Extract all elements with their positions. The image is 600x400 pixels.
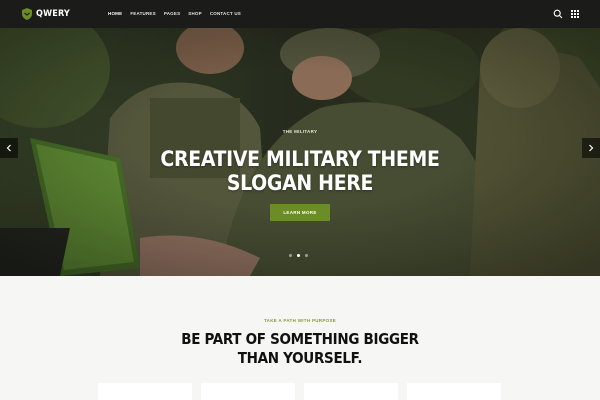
slider-prev-button[interactable]: [0, 138, 18, 158]
chevron-left-icon: [6, 144, 11, 152]
slider-dot-active[interactable]: [297, 254, 300, 257]
brand-name: QWERY: [36, 9, 70, 19]
hero-slider: THE MILITARY CREATIVE MILITARY THEME SLO…: [0, 28, 600, 276]
feature-card: [201, 383, 295, 400]
nav-features[interactable]: FEATURES: [130, 11, 156, 16]
nav-contact-us[interactable]: CONTACT US: [210, 11, 241, 16]
intro-section: TAKE A PATH WITH PURPOSE BE PART OF SOME…: [0, 276, 600, 400]
nav-shop[interactable]: SHOP: [188, 11, 202, 16]
learn-more-button[interactable]: LEARN MORE: [270, 204, 330, 221]
feature-card: [407, 383, 501, 400]
slider-dot[interactable]: [305, 254, 308, 257]
section-title-line-1: BE PART OF SOMETHING BIGGER: [181, 330, 419, 348]
shield-logo-icon: [22, 8, 32, 20]
nav-pages[interactable]: PAGES: [164, 11, 180, 16]
site-header: QWERY HOME FEATURES PAGES SHOP CONTACT U…: [0, 0, 600, 28]
logo[interactable]: QWERY: [22, 8, 70, 20]
hero-title: CREATIVE MILITARY THEME SLOGAN HERE: [150, 147, 450, 195]
chevron-right-icon: [589, 144, 594, 152]
slider-dot[interactable]: [289, 254, 292, 257]
nav-home[interactable]: HOME: [108, 11, 122, 16]
section-title: BE PART OF SOMETHING BIGGER THAN YOURSEL…: [150, 330, 450, 368]
slider-pagination: [289, 254, 308, 257]
feature-card: [304, 383, 398, 400]
main-nav: HOME FEATURES PAGES SHOP CONTACT US: [108, 11, 241, 16]
section-kicker: TAKE A PATH WITH PURPOSE: [263, 318, 337, 323]
grid-menu-icon[interactable]: [570, 9, 580, 19]
hero-kicker: THE MILITARY: [282, 129, 318, 134]
section-title-line-2: THAN YOURSELF.: [237, 349, 363, 367]
hero-title-line-2: SLOGAN HERE: [226, 171, 374, 195]
slider-next-button[interactable]: [582, 138, 600, 158]
feature-card: [98, 383, 192, 400]
hero-title-line-1: CREATIVE MILITARY THEME: [160, 147, 440, 171]
search-icon[interactable]: [553, 9, 563, 19]
